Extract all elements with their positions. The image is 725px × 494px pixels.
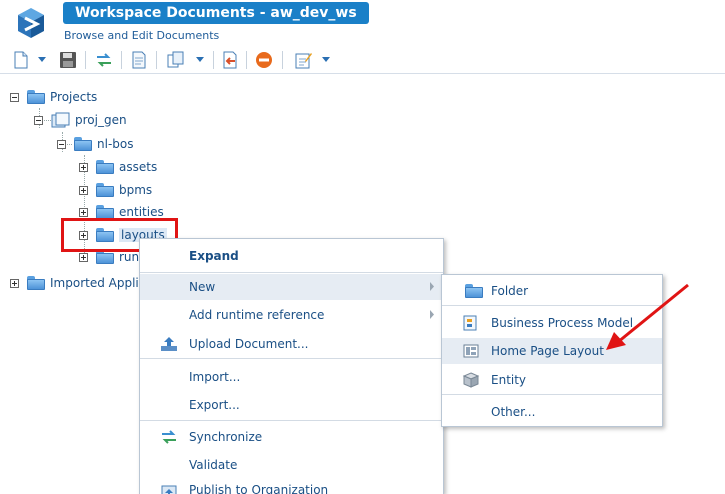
toolbar [0,46,725,74]
edit-dropdown-caret[interactable] [322,57,330,62]
menu-separator [442,394,662,395]
menu-item-add-runtime-reference[interactable]: Add runtime reference [140,302,443,328]
document-icon[interactable] [130,51,148,69]
synchronize-icon[interactable] [95,51,113,69]
menu-item-synchronize[interactable]: Synchronize [140,424,443,450]
app-logo-icon [18,8,44,38]
menu-item-validate[interactable]: Validate [140,452,443,478]
submenu-item-entity[interactable]: Entity [442,367,662,393]
expand-toggle[interactable] [79,162,88,172]
toolbar-separator [156,51,157,69]
expand-toggle[interactable] [10,278,19,288]
project-icon [51,112,70,128]
toolbar-separator [85,51,86,69]
save-icon[interactable] [59,51,77,69]
tree-node-bpms[interactable]: bpms [79,180,152,200]
tree-node-nl-bos[interactable]: nl-bos [57,134,133,154]
tree-node-projects[interactable]: Projects [10,87,97,107]
toolbar-separator [121,51,122,69]
stop-icon[interactable] [255,51,273,69]
folder-open-icon [74,137,92,151]
synchronize-icon [162,430,176,444]
menu-item-import[interactable]: Import... [140,364,443,390]
menu-item-expand[interactable]: Expand [140,243,443,269]
folder-icon [96,250,114,264]
context-menu: Expand New Add runtime reference Upload … [139,238,444,494]
expand-toggle[interactable] [79,185,88,195]
copy-dropdown-caret[interactable] [196,57,204,62]
folder-icon [27,276,45,290]
import-icon[interactable] [221,51,239,69]
collapse-toggle[interactable] [34,115,43,125]
annotation-arrow-icon [606,283,689,350]
folder-icon [96,183,114,197]
page-subtitle: Browse and Edit Documents [64,29,220,42]
new-document-icon[interactable] [12,51,30,69]
upload-icon [161,337,177,351]
business-process-icon [463,315,477,331]
copy-icon[interactable] [167,51,185,69]
menu-separator [140,272,443,273]
menu-separator [140,358,443,359]
toolbar-separator [246,51,247,69]
tree-node-imported-applications[interactable]: Imported Applic [10,273,145,293]
submenu-item-other[interactable]: Other... [442,399,662,425]
entity-cube-icon [462,372,480,388]
menu-item-upload-document[interactable]: Upload Document... [140,331,443,357]
menu-separator [140,420,443,421]
tree-node-assets[interactable]: assets [79,157,157,177]
expand-toggle[interactable] [79,207,88,217]
header: Workspace Documents - aw_dev_ws Browse a… [0,0,725,46]
submenu-arrow-icon [430,282,434,291]
menu-item-new[interactable]: New [140,274,443,300]
collapse-toggle[interactable] [57,139,66,149]
new-dropdown-caret[interactable] [38,57,46,62]
menu-item-publish-to-organization[interactable]: Publish to Organization [140,479,443,494]
collapse-toggle[interactable] [10,92,19,102]
expand-toggle[interactable] [79,252,88,262]
toolbar-separator [282,51,283,69]
publish-icon [161,485,177,494]
toolbar-separator [213,51,214,69]
menu-item-export[interactable]: Export... [140,392,443,418]
edit-icon[interactable] [295,51,313,69]
layout-icon [463,344,479,358]
folder-icon [96,160,114,174]
tree-node-proj-gen[interactable]: proj_gen [34,110,127,130]
folder-icon [465,284,483,300]
window-title: Workspace Documents - aw_dev_ws [63,2,369,24]
folder-icon [96,205,114,219]
submenu-arrow-icon [430,310,434,319]
folder-icon [27,90,45,104]
